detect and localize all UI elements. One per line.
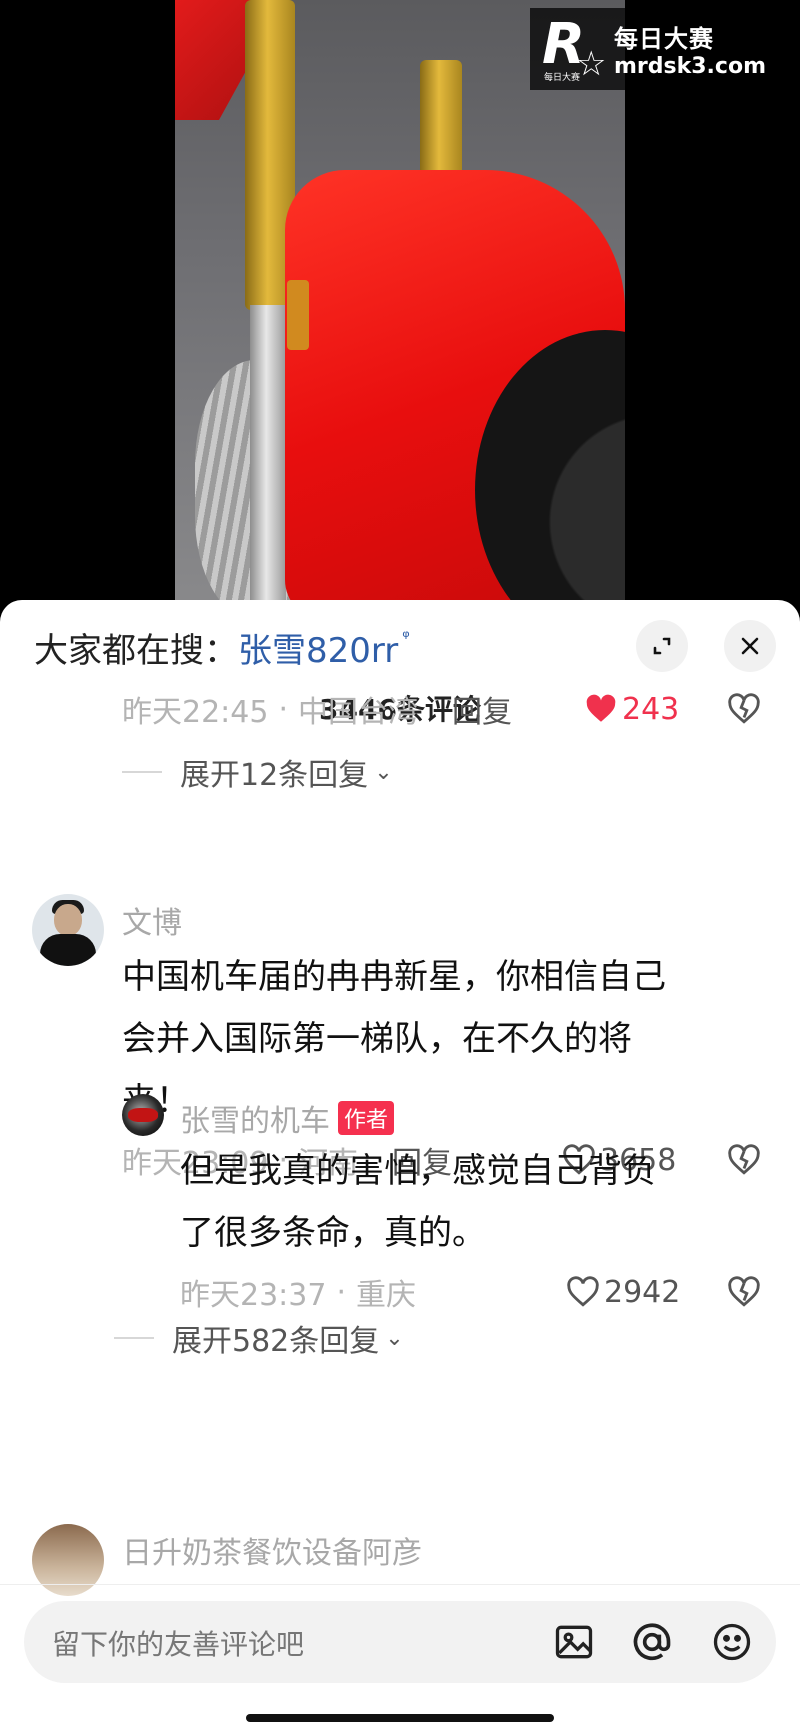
like-button[interactable]: 2942: [566, 1270, 680, 1314]
heart-icon: [586, 694, 616, 722]
trending-search-term[interactable]: 张雪820rr: [238, 623, 398, 672]
dislike-icon[interactable]: [727, 1275, 761, 1309]
like-count: 243: [622, 691, 680, 727]
watermark-logo: R ☆ 每日大赛: [542, 12, 607, 84]
chevron-down-icon: ⌄: [385, 1325, 404, 1351]
author-badge: 作者: [338, 1101, 395, 1135]
comment-meta: 昨天22:45 · 中国台湾 回复: [122, 687, 512, 731]
chevron-down-icon: ⌄: [374, 759, 393, 785]
expand-icon: [653, 637, 671, 655]
comment-input-placeholder: 留下你的友善评论吧: [52, 1628, 305, 1661]
reply-location: 重庆: [356, 1278, 417, 1313]
search-icon: ᵠ: [402, 626, 410, 648]
site-watermark: R ☆ 每日大赛 每日大赛 mrdsk3.com: [530, 8, 792, 90]
comment-input[interactable]: 留下你的友善评论吧: [24, 1601, 776, 1683]
input-divider: [0, 1584, 800, 1585]
emoji-icon[interactable]: [710, 1620, 754, 1664]
comment-username[interactable]: 日升奶茶餐饮设备阿彦: [122, 1528, 422, 1572]
comment-panel: 大家都在搜： 张雪820rr ᵠ 3446条评论 昨天22:45 · 中国台湾 …: [0, 600, 800, 1732]
avatar[interactable]: [122, 1094, 164, 1136]
trending-search[interactable]: 大家都在搜： 张雪820rr ᵠ: [34, 622, 410, 672]
image-icon[interactable]: [552, 1620, 596, 1664]
reply-text: 但是我真的害怕，感觉自己背负 了很多条命，真的。: [180, 1151, 656, 1253]
reply-meta: 昨天23:37 · 重庆: [180, 1270, 416, 1314]
reply-button[interactable]: 回复: [452, 687, 512, 731]
like-button[interactable]: 243: [584, 687, 679, 731]
watermark-url: mrdsk3.com: [614, 54, 766, 79]
dislike-icon[interactable]: [727, 1143, 761, 1177]
video-player[interactable]: R ☆ 每日大赛 每日大赛 mrdsk3.com: [0, 0, 800, 620]
front-fork-right: [420, 60, 462, 180]
video-frame: [175, 0, 625, 620]
avatar[interactable]: [32, 894, 104, 966]
heart-icon: [567, 1276, 599, 1307]
at-icon[interactable]: [630, 1620, 674, 1664]
reply-time: 昨天23:37: [180, 1278, 327, 1313]
comment-location: 中国台湾: [298, 695, 419, 730]
home-indicator[interactable]: [246, 1714, 554, 1722]
fork-tube: [250, 305, 286, 620]
close-icon: [741, 637, 759, 655]
expand-replies[interactable]: 展开12条回复 ⌄: [122, 750, 393, 794]
avatar[interactable]: [32, 1524, 104, 1596]
dislike-icon[interactable]: [727, 692, 761, 726]
comment-username[interactable]: 文博: [122, 898, 182, 942]
trending-search-prefix: 大家都在搜：: [34, 630, 238, 671]
comment-time: 昨天22:45: [122, 695, 269, 730]
close-button[interactable]: [724, 620, 776, 672]
expand-replies[interactable]: 展开582条回复 ⌄: [114, 1316, 404, 1360]
reflector: [287, 280, 309, 350]
like-count: 2942: [604, 1274, 681, 1310]
watermark-title: 每日大赛: [614, 25, 714, 53]
reply-username[interactable]: 张雪的机车 作者: [180, 1096, 395, 1140]
expand-button[interactable]: [636, 620, 688, 672]
